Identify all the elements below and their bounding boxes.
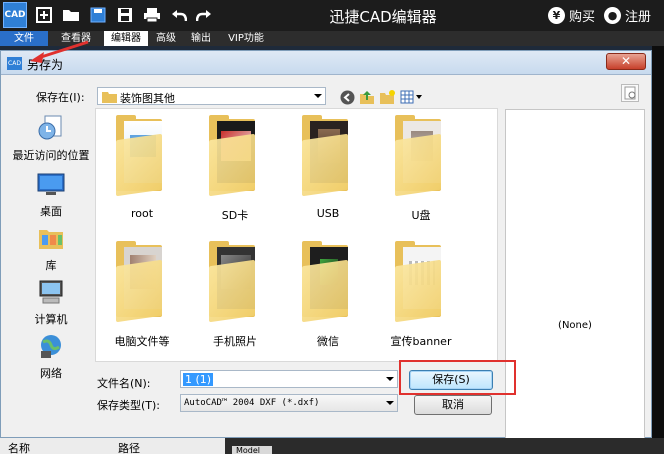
save-as-dialog: CAD 另存为 ✕ 保存在(I): 装饰图其他 最近访问的位置 桌面 库 计算机… [0,50,652,454]
register-button[interactable]: ● 注册 [604,6,651,25]
folder-item[interactable]: 电脑文件等 [102,241,182,349]
preview-text: (None) [558,320,592,331]
place-label: 桌面 [40,205,62,218]
watermark-brand: Baidu经验 [512,396,617,420]
open-folder-icon[interactable] [60,4,82,26]
file-list[interactable]: root SD卡 USB U盘 电脑文件等 手机照片 微信 宣传banner [95,108,498,362]
buy-button[interactable]: ¥ 购买 [548,6,595,25]
redo-icon[interactable] [193,4,215,26]
watermark-url: jingyan.baidu.com [512,421,596,431]
folder-item[interactable]: USB [288,115,368,223]
save-in-value: 装饰图其他 [120,92,175,105]
recent-places-icon [38,115,62,140]
place-recent[interactable]: 最近访问的位置 [7,115,95,163]
app-title: 迅捷CAD编辑器 [329,8,437,26]
filename-input[interactable]: 1 (1) [180,370,398,388]
print-icon[interactable] [141,4,163,26]
folder-name: root [130,207,154,220]
libraries-icon [39,230,63,249]
cad-app-icon: CAD [7,57,22,70]
properties-header: 名称 路径 [0,438,225,454]
folder-item[interactable]: 宣传banner [381,241,461,349]
menu-output[interactable]: 输出 [186,31,216,46]
column-name[interactable]: 名称 [8,440,30,454]
save-in-select[interactable]: 装饰图其他 [97,87,326,105]
save-icon[interactable] [87,4,109,26]
dialog-title-bar[interactable]: CAD 另存为 ✕ [1,51,651,75]
computer-icon [39,280,63,304]
filename-label: 文件名(N): [97,377,151,390]
filetype-value: AutoCAD™ 2004 DXF (*.dxf) [184,398,320,408]
place-label: 计算机 [34,313,68,326]
desktop-icon [37,173,65,195]
place-libraries[interactable]: 库 [7,225,95,273]
new-folder-icon[interactable] [379,89,395,105]
back-icon[interactable] [339,89,355,105]
folder-name: USB [316,207,340,220]
menu-editor[interactable]: 编辑器 [104,31,148,46]
red-arrow-annotation [30,40,89,63]
close-button[interactable]: ✕ [606,53,646,70]
buy-label: 购买 [569,10,596,25]
register-label: 注册 [625,10,652,25]
folder-item[interactable]: 微信 [288,241,368,349]
folder-item[interactable]: 手机照片 [195,241,275,349]
filetype-select[interactable]: AutoCAD™ 2004 DXF (*.dxf) [180,394,398,412]
highlight-box [399,360,516,395]
user-icon: ● [604,7,621,24]
folder-name: U盘 [411,209,431,222]
chevron-down-icon [314,94,322,98]
save-as-icon[interactable] [114,4,136,26]
column-path[interactable]: 路径 [118,440,140,454]
folder-name: 电脑文件等 [114,335,170,348]
view-menu-icon[interactable] [399,89,425,105]
cancel-button[interactable]: 取消 [414,395,492,415]
folder-name: 微信 [317,335,339,348]
menu-bar: 文件 查看器 编辑器 高级 输出 VIP功能 [0,31,664,46]
new-file-icon[interactable] [33,4,55,26]
save-in-label: 保存在(I): [36,91,85,104]
place-desktop[interactable]: 桌面 [7,171,95,219]
app-title-bar: CAD 迅捷CAD编辑器 ¥ 购买 ● 注册 [0,0,664,31]
place-network[interactable]: 网络 [7,333,95,381]
place-label: 网络 [40,367,62,380]
app-logo: CAD [3,2,27,28]
folder-name: 手机照片 [213,335,257,348]
undo-icon[interactable] [168,4,190,26]
close-icon: ✕ [620,54,632,68]
chevron-down-icon [386,401,394,405]
network-icon [41,335,61,358]
preview-toggle-icon[interactable] [621,84,639,102]
up-folder-icon[interactable] [359,89,375,105]
filetype-label: 保存类型(T): [97,399,161,412]
chevron-down-icon [386,377,394,381]
app-side-panel [652,46,664,454]
folder-icon [102,92,117,103]
folder-name: SD卡 [221,209,249,222]
folder-item[interactable]: U盘 [381,115,461,223]
tab-model[interactable]: Model [232,446,272,454]
yen-icon: ¥ [548,7,565,24]
folder-name: 宣传banner [390,335,452,348]
baidu-watermark: Baidu经验 jingyan.baidu.com [512,392,652,436]
place-computer[interactable]: 计算机 [7,279,95,327]
folder-item[interactable]: root [102,115,182,223]
folder-item[interactable]: SD卡 [195,115,275,223]
filename-value: 1 (1) [183,373,214,386]
menu-vip[interactable]: VIP功能 [222,31,270,46]
place-label: 库 [45,259,57,272]
menu-advanced[interactable]: 高级 [150,31,182,46]
place-label: 最近访问的位置 [12,149,90,162]
bottom-panel: 名称 路径 Model [0,438,664,454]
